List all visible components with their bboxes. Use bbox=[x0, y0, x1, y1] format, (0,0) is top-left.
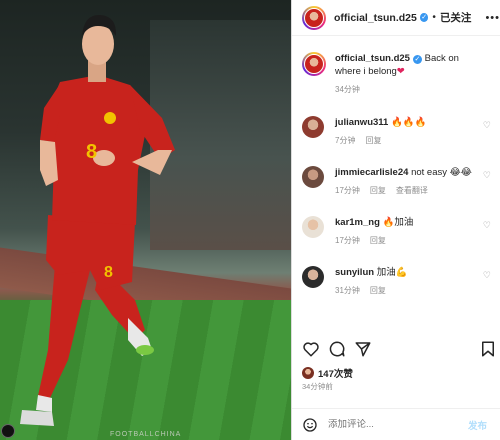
svg-text:8: 8 bbox=[104, 264, 113, 281]
photo-tag-icon[interactable] bbox=[1, 424, 15, 438]
author-username[interactable]: official_tsun.d25 bbox=[334, 12, 417, 24]
following-button[interactable]: 已关注 bbox=[440, 10, 472, 25]
post-caption: official_tsun.d25 ✓ Back on where i belon… bbox=[302, 52, 497, 95]
svg-text:8: 8 bbox=[86, 141, 97, 163]
comment-text: 🔥加油 bbox=[382, 217, 414, 228]
comment-item: julianwu311 🔥🔥🔥 7分钟 回复 ♡ bbox=[302, 116, 497, 146]
header-separator: • bbox=[432, 12, 436, 23]
comment-icon[interactable] bbox=[328, 340, 346, 358]
like-comment-icon[interactable]: ♡ bbox=[483, 120, 491, 131]
caption-verified-icon: ✓ bbox=[412, 55, 422, 64]
player-illustration: 8 8 bbox=[20, 14, 175, 426]
comment-username[interactable]: julianwu311 bbox=[335, 117, 388, 128]
caption-username[interactable]: official_tsun.d25 bbox=[335, 53, 410, 64]
caption-avatar[interactable] bbox=[302, 52, 326, 76]
photo-watermark: FOOTBALLCHINA bbox=[110, 431, 182, 438]
like-comment-icon[interactable]: ♡ bbox=[483, 270, 491, 281]
caption-time: 34分钟 bbox=[335, 85, 360, 94]
comment-item: sunyilun 加油💪 31分钟 回复 ♡ bbox=[302, 266, 497, 296]
likes-row[interactable]: 147次赞 bbox=[302, 366, 353, 380]
comment-text: not easy 😂😂 bbox=[411, 167, 472, 178]
commenter-avatar[interactable] bbox=[302, 216, 324, 238]
comment-item: kar1m_ng 🔥加油 17分钟 回复 ♡ bbox=[302, 216, 497, 246]
reply-button[interactable]: 回复 bbox=[370, 186, 386, 195]
heart-icon[interactable] bbox=[302, 340, 320, 358]
add-comment-input[interactable] bbox=[328, 419, 468, 430]
comment-composer: 发布 bbox=[292, 408, 500, 440]
post-comment-button[interactable]: 发布 bbox=[468, 418, 487, 432]
commenter-avatar[interactable] bbox=[302, 266, 324, 288]
comment-time: 31分钟 bbox=[335, 286, 360, 295]
commenter-avatar[interactable] bbox=[302, 116, 324, 138]
comment-time: 7分钟 bbox=[335, 136, 356, 145]
post-header: official_tsun.d25 ✓ • 已关注 ••• bbox=[292, 0, 500, 36]
bookmark-icon[interactable] bbox=[479, 340, 497, 358]
reply-button[interactable]: 回复 bbox=[370, 286, 386, 295]
reply-button[interactable]: 回复 bbox=[365, 136, 381, 145]
like-comment-icon[interactable]: ♡ bbox=[483, 220, 491, 231]
comment-item: jimmiecarlisle24 not easy 😂😂 17分钟 回复 查看翻译 … bbox=[302, 166, 497, 196]
post-timestamp: 34分钟前 bbox=[302, 382, 333, 391]
comment-time: 17分钟 bbox=[335, 186, 360, 195]
verified-badge-icon: ✓ bbox=[419, 13, 429, 22]
comment-text: 加油💪 bbox=[376, 267, 408, 278]
like-comment-icon[interactable]: ♡ bbox=[483, 170, 491, 181]
post-action-bar bbox=[302, 340, 497, 362]
more-options-icon[interactable]: ••• bbox=[485, 12, 500, 24]
comment-username[interactable]: kar1m_ng bbox=[335, 217, 380, 228]
share-icon[interactable] bbox=[354, 340, 372, 358]
liker-avatar bbox=[302, 367, 314, 379]
likes-count[interactable]: 147次赞 bbox=[318, 366, 353, 380]
red-heart-emoji: ❤ bbox=[396, 66, 405, 77]
comment-username[interactable]: sunyilun bbox=[335, 267, 374, 278]
see-translation-button[interactable]: 查看翻译 bbox=[396, 186, 428, 195]
comment-time: 17分钟 bbox=[335, 236, 360, 245]
comment-text: 🔥🔥🔥 bbox=[390, 117, 427, 128]
reply-button[interactable]: 回复 bbox=[370, 236, 386, 245]
comment-username[interactable]: jimmiecarlisle24 bbox=[335, 167, 408, 178]
post-photo[interactable]: 8 8 FOOTBALLCHINA bbox=[0, 0, 291, 440]
author-avatar[interactable] bbox=[302, 5, 326, 30]
post-detail-panel: official_tsun.d25 ✓ • 已关注 ••• official_t… bbox=[291, 0, 500, 440]
emoji-icon[interactable] bbox=[302, 417, 318, 433]
commenter-avatar[interactable] bbox=[302, 166, 324, 188]
